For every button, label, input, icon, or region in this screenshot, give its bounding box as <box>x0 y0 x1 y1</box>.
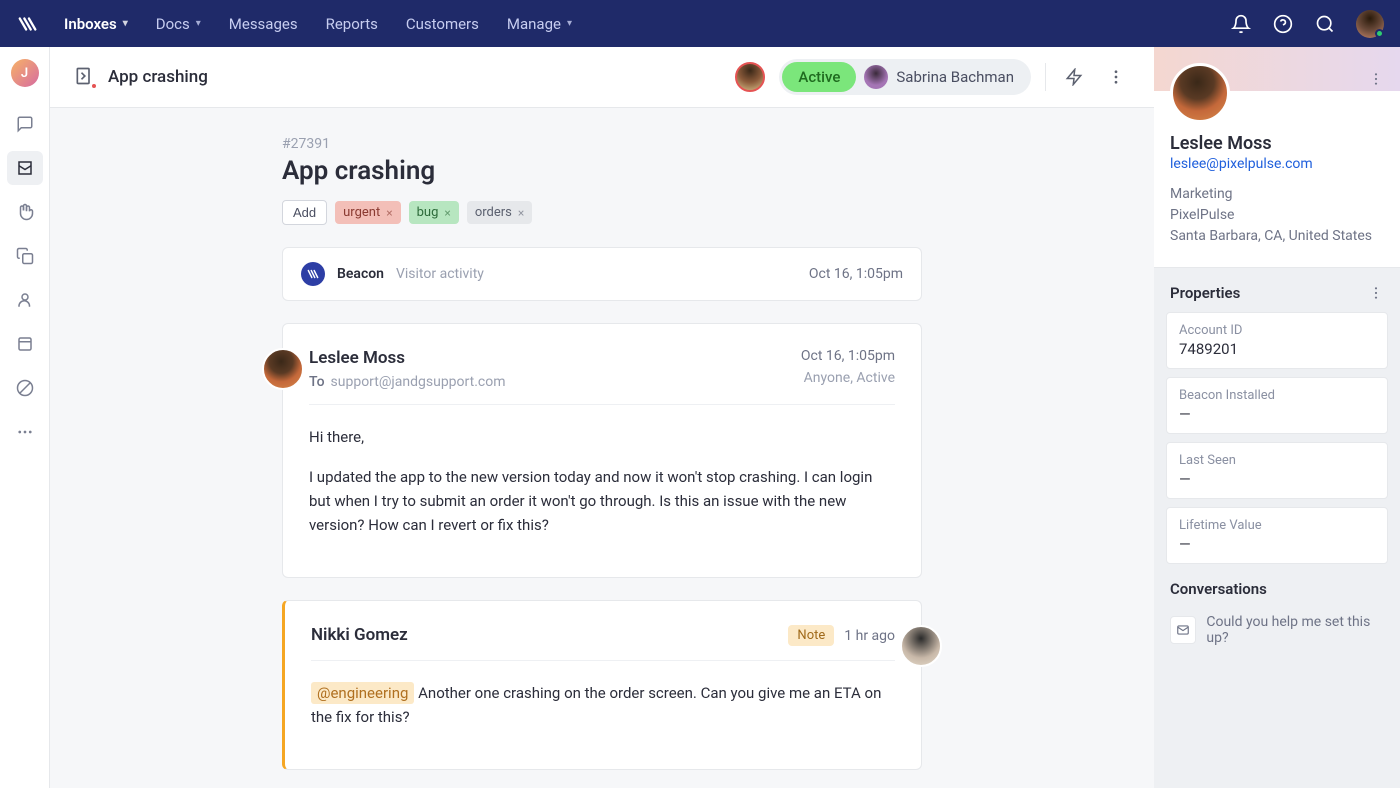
property-value: — <box>1179 470 1375 488</box>
to-label: To <box>309 374 325 390</box>
ticket-header: #27391 App crashing Add urgent×bug×order… <box>282 136 922 225</box>
note-author-avatar[interactable] <box>900 625 942 667</box>
status-assignee-pill: Active Sabrina Bachman <box>779 59 1031 95</box>
tag-label: orders <box>475 205 512 220</box>
message-time: Oct 16, 1:05pm <box>801 348 895 364</box>
remove-tag-icon[interactable]: × <box>518 206 524 220</box>
beacon-icon <box>301 262 325 286</box>
assignee-name: Sabrina Bachman <box>896 68 1014 86</box>
rail-copy-icon[interactable] <box>7 239 43 273</box>
tag-label: bug <box>417 205 439 220</box>
sender-avatar[interactable] <box>262 348 304 390</box>
note-badge: Note <box>788 625 834 646</box>
rail-block-icon[interactable] <box>7 371 43 405</box>
sender-name: Leslee Moss <box>309 348 505 368</box>
message-body: I updated the app to the new version tod… <box>309 465 895 537</box>
unread-indicator <box>90 82 98 90</box>
conversation-type-icon <box>74 66 96 88</box>
nav-docs[interactable]: Docs▾ <box>156 15 201 33</box>
property-account-id[interactable]: Account ID 7489201 <box>1166 312 1388 369</box>
property-label: Last Seen <box>1179 453 1375 468</box>
chevron-down-icon: ▾ <box>196 18 201 29</box>
chevron-down-icon: ▾ <box>123 18 128 29</box>
conversation-item[interactable]: Could you help me set this up? <box>1166 606 1388 654</box>
status-active-badge[interactable]: Active <box>782 62 856 92</box>
properties-more-icon[interactable] <box>1368 285 1384 301</box>
app-logo[interactable] <box>16 12 40 36</box>
assignee-picker[interactable]: Sabrina Bachman <box>856 65 1028 89</box>
current-user-avatar[interactable] <box>1356 10 1384 38</box>
tag-urgent[interactable]: urgent × <box>335 201 400 224</box>
bolt-icon[interactable] <box>1060 63 1088 91</box>
activity-label: Beacon <box>337 266 384 282</box>
rail-inbox-icon[interactable] <box>7 151 43 185</box>
property-beacon-installed[interactable]: Beacon Installed — <box>1166 377 1388 434</box>
nav-inboxes[interactable]: Inboxes▾ <box>64 15 128 33</box>
ticket-title: App crashing <box>282 156 922 186</box>
ticket-number: #27391 <box>282 136 922 152</box>
mail-icon <box>1170 616 1196 644</box>
activity-card[interactable]: Beacon Visitor activity Oct 16, 1:05pm <box>282 247 922 301</box>
rail-chat-icon[interactable] <box>7 107 43 141</box>
tag-orders[interactable]: orders × <box>467 201 532 224</box>
customer-message-card: Leslee Moss To support@jandgsupport.com O… <box>282 323 922 578</box>
remove-tag-icon[interactable]: × <box>386 206 392 220</box>
top-nav: Inboxes▾ Docs▾ Messages Reports Customers Man… <box>0 0 1400 47</box>
assignee-avatar <box>864 65 888 89</box>
profile-department: Marketing <box>1170 184 1384 205</box>
properties-section-header: Properties <box>1154 284 1400 302</box>
property-value: — <box>1179 535 1375 553</box>
profile-email[interactable]: leslee@pixelpulse.com <box>1170 156 1384 172</box>
profile-location: Santa Barbara, CA, United States <box>1170 226 1384 247</box>
property-lifetime-value[interactable]: Lifetime Value — <box>1166 507 1388 564</box>
profile-more-icon[interactable] <box>1368 71 1384 87</box>
divider <box>1045 63 1046 91</box>
rail-archive-icon[interactable] <box>7 327 43 361</box>
property-last-seen[interactable]: Last Seen — <box>1166 442 1388 499</box>
rail-more-icon[interactable] <box>7 415 43 449</box>
mention-tag[interactable]: @engineering <box>311 682 414 704</box>
right-sidebar: Leslee Moss leslee@pixelpulse.com Market… <box>1154 47 1400 788</box>
nav-customers[interactable]: Customers <box>406 15 479 33</box>
rail-hand-icon[interactable] <box>7 195 43 229</box>
message-status: Anyone, Active <box>801 370 895 386</box>
left-rail: J <box>0 47 50 788</box>
internal-note-card: Nikki Gomez Note 1 hr ago @engineering A… <box>282 600 922 770</box>
property-label: Account ID <box>1179 323 1375 338</box>
property-value: — <box>1179 405 1375 423</box>
profile-name: Leslee Moss <box>1170 133 1384 154</box>
tag-label: urgent <box>343 205 380 220</box>
presence-indicator <box>1375 29 1384 38</box>
rail-person-icon[interactable] <box>7 283 43 317</box>
chevron-down-icon: ▾ <box>567 18 572 29</box>
property-label: Lifetime Value <box>1179 518 1375 533</box>
conversation-item-label: Could you help me set this up? <box>1206 614 1384 646</box>
add-tag-button[interactable]: Add <box>282 200 327 225</box>
search-icon[interactable] <box>1314 13 1336 35</box>
profile-company: PixelPulse <box>1170 205 1384 226</box>
customer-profile-card: Leslee Moss leslee@pixelpulse.com Market… <box>1154 47 1400 268</box>
workspace-avatar[interactable]: J <box>11 59 39 87</box>
nav-messages[interactable]: Messages <box>229 15 298 33</box>
to-value: support@jandgsupport.com <box>331 374 506 390</box>
conversations-section-header: Conversations <box>1154 580 1400 598</box>
nav-manage[interactable]: Manage▾ <box>507 15 572 33</box>
property-value: 7489201 <box>1179 340 1375 358</box>
note-time: 1 hr ago <box>844 628 895 644</box>
nav-reports[interactable]: Reports <box>326 15 378 33</box>
property-label: Beacon Installed <box>1179 388 1375 403</box>
tag-bug[interactable]: bug × <box>409 201 459 224</box>
customer-avatar-small[interactable] <box>735 62 765 92</box>
help-icon[interactable] <box>1272 13 1294 35</box>
note-author-name: Nikki Gomez <box>311 625 408 645</box>
notifications-icon[interactable] <box>1230 13 1252 35</box>
activity-subtitle: Visitor activity <box>396 266 484 282</box>
remove-tag-icon[interactable]: × <box>444 206 450 220</box>
message-greeting: Hi there, <box>309 425 895 449</box>
conversation-title: App crashing <box>108 67 208 87</box>
more-actions-icon[interactable] <box>1102 63 1130 91</box>
conversation-header: App crashing Active Sabrina Bachman <box>50 47 1154 108</box>
activity-time: Oct 16, 1:05pm <box>809 266 903 282</box>
profile-avatar[interactable] <box>1170 63 1230 123</box>
